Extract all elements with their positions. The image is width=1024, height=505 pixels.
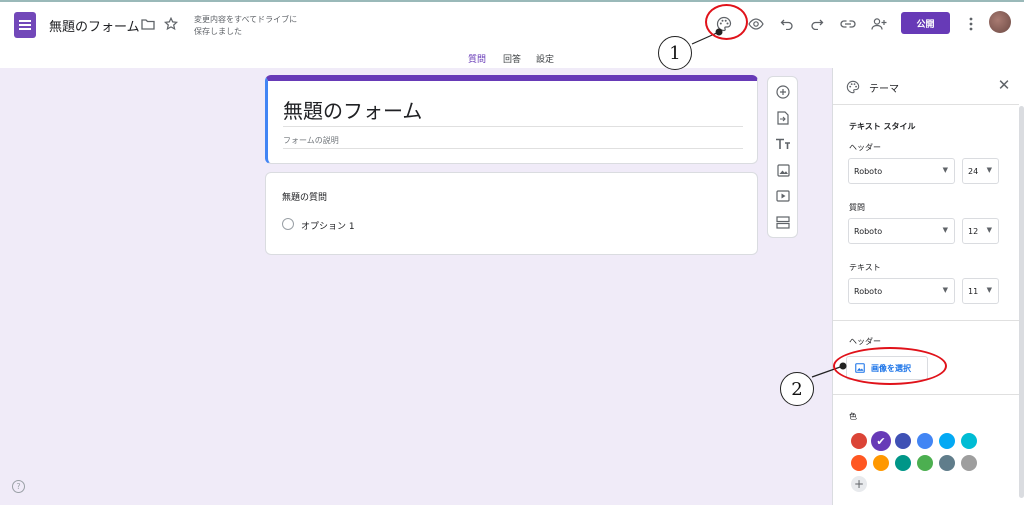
header-image-heading: ヘッダー — [849, 337, 881, 346]
color-swatch[interactable] — [873, 455, 889, 471]
dropdown-caret-icon: ▼ — [986, 226, 992, 234]
add-title-icon[interactable] — [773, 134, 793, 154]
dropdown-caret-icon: ▼ — [942, 226, 948, 234]
preview-eye-icon[interactable] — [746, 14, 766, 34]
color-swatch[interactable] — [961, 455, 977, 471]
question-size-select[interactable]: 12 ▼ — [962, 218, 999, 244]
callout-1: 1 — [658, 36, 692, 70]
text-size-value: 11 — [968, 287, 979, 296]
redo-icon[interactable] — [807, 14, 827, 34]
title-underline — [283, 126, 743, 127]
dropdown-caret-icon: ▼ — [942, 166, 948, 174]
form-title[interactable]: 無題のフォーム — [283, 95, 422, 124]
theme-panel-title: テーマ — [869, 84, 899, 95]
question-title[interactable]: 無題の質問 — [282, 190, 327, 203]
color-swatch[interactable] — [939, 433, 955, 449]
text-font-select[interactable]: Roboto ▼ — [848, 278, 955, 304]
divider — [833, 320, 1019, 321]
import-questions-icon[interactable] — [773, 108, 793, 128]
text-size-select[interactable]: 11 ▼ — [962, 278, 999, 304]
tab-settings[interactable]: 設定 — [536, 52, 554, 65]
add-video-icon[interactable] — [773, 186, 793, 206]
callout-2: 2 — [780, 372, 814, 406]
add-collaborator-icon[interactable] — [869, 14, 889, 34]
form-name[interactable]: 無題のフォーム — [49, 16, 140, 35]
question-font-value: Roboto — [854, 227, 883, 236]
theme-panel: テーマ ✕ テキスト スタイル ヘッダー Roboto ▼ 24 ▼ 質問 Robo… — [832, 68, 1024, 505]
autosave-status: 変更内容をすべてドライブに 保存しました — [194, 14, 314, 38]
color-swatch[interactable] — [939, 455, 955, 471]
folder-icon[interactable] — [138, 14, 158, 34]
color-swatch[interactable] — [851, 455, 867, 471]
form-title-card[interactable]: 無題のフォーム フォームの説明 — [265, 75, 758, 164]
header-size-select[interactable]: 24 ▼ — [962, 158, 999, 184]
divider — [833, 394, 1019, 395]
text-style-heading: テキスト スタイル — [849, 122, 916, 131]
form-description-field[interactable]: フォームの説明 — [283, 135, 339, 146]
question-font-select[interactable]: Roboto ▼ — [848, 218, 955, 244]
highlight-ring-select-image — [833, 347, 947, 385]
option-label[interactable]: オプション 1 — [301, 219, 355, 232]
header-font-label: ヘッダー — [849, 143, 881, 152]
add-image-icon[interactable] — [773, 160, 793, 180]
question-toolbox — [767, 76, 798, 238]
tab-responses[interactable]: 回答 — [503, 52, 521, 65]
divider — [833, 104, 1019, 105]
close-icon[interactable]: ✕ — [996, 77, 1012, 93]
help-icon[interactable]: ? — [12, 480, 25, 493]
autosave-line-2: 保存しました — [194, 27, 242, 36]
undo-icon[interactable] — [777, 14, 797, 34]
publish-button[interactable]: 公開 — [901, 12, 950, 34]
question-font-label: 質問 — [849, 203, 865, 212]
more-options-icon[interactable] — [961, 14, 981, 34]
highlight-ring-palette — [705, 4, 748, 40]
dropdown-caret-icon: ▼ — [942, 286, 948, 294]
tab-questions[interactable]: 質問 — [468, 52, 486, 65]
add-custom-color-button[interactable]: + — [851, 476, 867, 492]
radio-option[interactable] — [282, 218, 294, 230]
panel-scrollbar[interactable] — [1019, 106, 1024, 498]
autosave-line-1: 変更内容をすべてドライブに — [194, 15, 298, 24]
header-size-value: 24 — [968, 167, 979, 176]
color-swatch[interactable] — [851, 433, 867, 449]
header-font-select[interactable]: Roboto ▼ — [848, 158, 955, 184]
color-swatch[interactable] — [895, 455, 911, 471]
text-font-value: Roboto — [854, 287, 883, 296]
color-swatch[interactable] — [961, 433, 977, 449]
form-tabs: 質問 回答 設定 — [0, 46, 1024, 70]
account-avatar[interactable] — [989, 11, 1011, 33]
top-bar: 無題のフォーム 変更内容をすべてドライブに 保存しました 公開 質問 回答 設定 — [0, 0, 1024, 70]
star-icon[interactable] — [161, 14, 181, 34]
color-swatch[interactable] — [917, 455, 933, 471]
question-card[interactable]: 無題の質問 オプション 1 — [265, 172, 758, 255]
color-swatch[interactable] — [895, 433, 911, 449]
text-font-label: テキスト — [849, 263, 881, 272]
forms-logo-icon[interactable] — [14, 12, 36, 38]
form-editor-canvas: 無題のフォーム フォームの説明 無題の質問 オプション 1 ? — [0, 68, 832, 505]
dropdown-caret-icon: ▼ — [986, 166, 992, 174]
theme-palette-icon — [846, 79, 860, 94]
add-question-icon[interactable] — [773, 82, 793, 102]
add-section-icon[interactable] — [773, 212, 793, 232]
color-swatch[interactable] — [917, 433, 933, 449]
description-underline — [283, 148, 743, 149]
color-swatch[interactable]: ✔ — [871, 431, 891, 451]
header-font-value: Roboto — [854, 167, 883, 176]
color-heading: 色 — [849, 412, 857, 421]
question-size-value: 12 — [968, 227, 979, 236]
dropdown-caret-icon: ▼ — [986, 286, 992, 294]
link-icon[interactable] — [838, 14, 858, 34]
